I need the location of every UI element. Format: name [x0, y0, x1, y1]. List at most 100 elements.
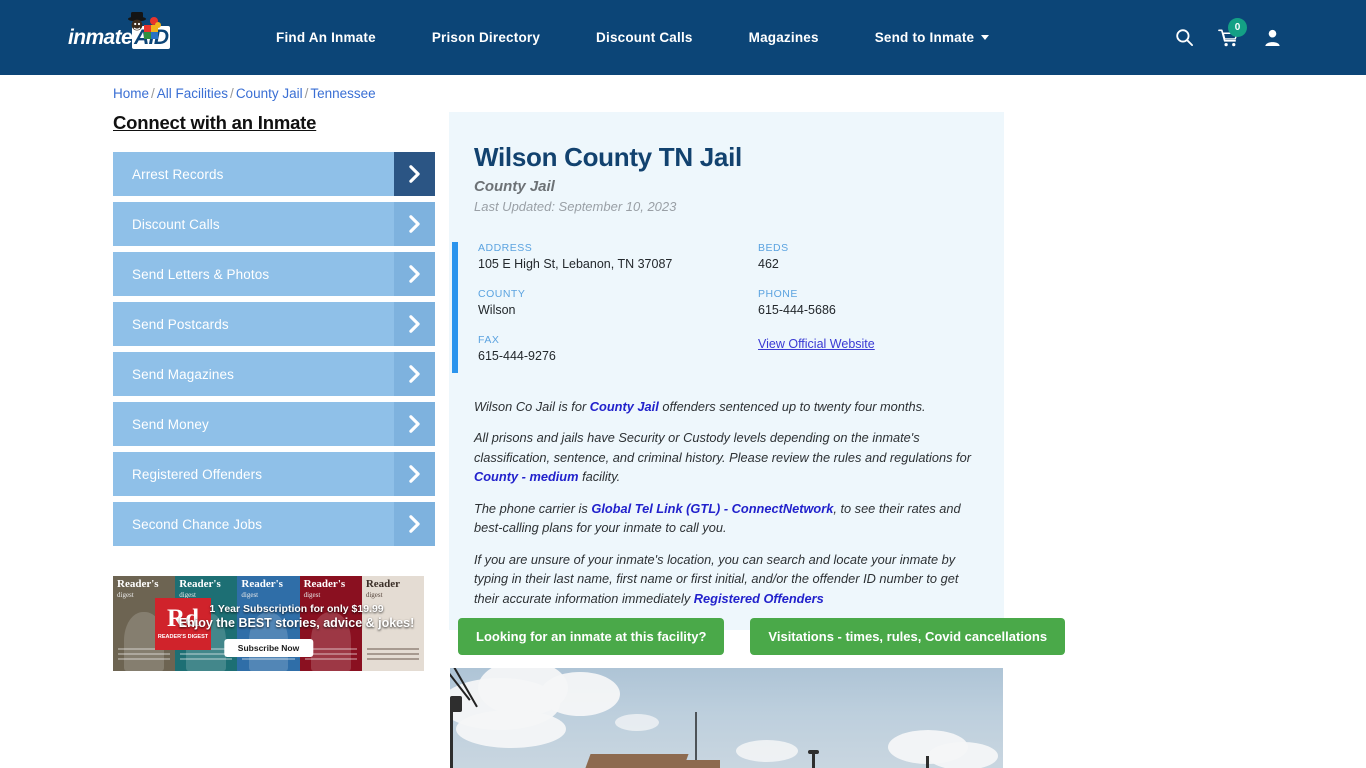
description-paragraph-3: The phone carrier is Global Tel Link (GT…: [474, 499, 979, 538]
desc-text: Wilson Co Jail is for: [474, 399, 590, 414]
breadcrumb-item-all-facilities[interactable]: All Facilities: [157, 86, 228, 101]
cart-count-badge: 0: [1228, 17, 1247, 37]
ad-cover-lines: [366, 648, 420, 663]
sidebar-item-label: Arrest Records: [132, 166, 224, 182]
sidebar-item-label: Send Postcards: [132, 316, 229, 332]
ad-cover-sub: digest: [303, 591, 321, 599]
ad-cover-lines: [118, 648, 171, 663]
chevron-right-icon: [394, 152, 435, 196]
info-value: 615-444-9276: [478, 349, 556, 363]
ad-subscribe-button[interactable]: Subscribe Now: [223, 639, 314, 657]
ad-cover-sub: digest: [241, 591, 259, 599]
facility-info-grid: ADDRESS 105 E High St, Lebanon, TN 37087…: [449, 242, 1004, 363]
page-title: Wilson County TN Jail: [474, 142, 742, 172]
chevron-right-icon: [394, 252, 435, 296]
mascot-icon: [128, 11, 161, 39]
cta-button-row: Looking for an inmate at this facility? …: [458, 618, 1066, 655]
sidebar-heading: Connect with an Inmate: [113, 112, 317, 133]
info-label: PHONE: [758, 288, 798, 300]
link-phone-carrier[interactable]: Global Tel Link (GTL) - ConnectNetwork: [591, 501, 833, 516]
facility-last-updated: Last Updated: September 10, 2023: [474, 199, 677, 214]
ad-cover-brand: Reader's: [117, 578, 159, 590]
facility-header: Wilson County TN Jail County Jail Last U…: [449, 132, 1004, 214]
ad-copy: 1 Year Subscription for only $19.99 Enjo…: [175, 603, 418, 630]
cart-icon[interactable]: 0: [1206, 17, 1250, 58]
breadcrumb-item-home[interactable]: Home: [113, 86, 149, 101]
sidebar-item-label: Send Money: [132, 416, 209, 432]
nav-dropdown-send-to-inmate[interactable]: Send to Inmate: [847, 30, 1018, 45]
info-field-phone: PHONE 615-444-5686: [758, 288, 1004, 317]
info-value: View Official Website: [758, 337, 1004, 351]
facility-photo: [450, 668, 1003, 768]
desc-text: All prisons and jails have Security or C…: [474, 430, 971, 465]
facility-detail-card: Wilson County TN Jail County Jail Last U…: [449, 112, 1004, 630]
info-field-county: COUNTY Wilson: [478, 288, 758, 317]
info-accent-bar: [452, 242, 458, 373]
chevron-right-icon: [394, 502, 435, 546]
info-field-beds: BEDS 462: [758, 242, 1004, 271]
visitations-button[interactable]: Visitations - times, rules, Covid cancel…: [750, 618, 1066, 655]
breadcrumb: Home / All Facilities / County Jail / Tennesse…: [113, 86, 376, 101]
info-label: FAX: [478, 334, 500, 346]
ad-logo-wordmark: READER'S DIGEST: [157, 633, 209, 640]
sidebar-item-arrest-records[interactable]: Arrest Records: [113, 152, 435, 196]
breadcrumb-item-tennessee[interactable]: Tennessee: [310, 86, 375, 101]
info-value: Wilson: [478, 303, 516, 317]
nav-link-prison-directory[interactable]: Prison Directory: [404, 30, 568, 45]
nav-links: Find An Inmate Prison Directory Discount…: [248, 30, 1162, 45]
sidebar-item-send-money[interactable]: Send Money: [113, 402, 435, 446]
ad-cover-brand: Reader's: [241, 578, 283, 590]
site-logo[interactable]: inmateAID: [68, 11, 188, 58]
facility-type: County Jail: [474, 178, 555, 195]
sidebar-item-label: Second Chance Jobs: [132, 516, 263, 532]
nav-link-find-an-inmate[interactable]: Find An Inmate: [248, 30, 404, 45]
view-official-website-link[interactable]: View Official Website: [758, 337, 875, 351]
advertisement-banner[interactable]: Reader's digest Reader's digest Reader's…: [113, 576, 424, 671]
ad-subheadline: Enjoy the BEST stories, advice & jokes!: [178, 616, 415, 630]
info-field-address: ADDRESS 105 E High St, Lebanon, TN 37087: [478, 242, 758, 271]
chevron-right-icon: [394, 452, 435, 496]
ad-cover-brand: Reader's: [179, 578, 221, 590]
chevron-right-icon: [394, 402, 435, 446]
top-navigation-bar: inmateAID Find An Inmate Prison Director…: [0, 0, 1366, 75]
facility-description: Wilson Co Jail is for County Jail offend…: [449, 363, 1004, 630]
info-field-fax: FAX 615-444-9276: [478, 334, 758, 363]
breadcrumb-separator: /: [151, 86, 155, 101]
sidebar-item-label: Send Letters & Photos: [132, 266, 270, 282]
description-paragraph-4: If you are unsure of your inmate's locat…: [474, 550, 979, 608]
breadcrumb-separator: /: [230, 86, 234, 101]
sidebar-item-label: Registered Offenders: [132, 466, 263, 482]
nav-link-discount-calls[interactable]: Discount Calls: [568, 30, 721, 45]
desc-text: facility.: [578, 469, 621, 485]
info-label: ADDRESS: [478, 242, 533, 254]
find-inmate-button[interactable]: Looking for an inmate at this facility?: [458, 618, 725, 655]
nav-icon-group: 0: [1162, 17, 1366, 58]
desc-text: offenders sentenced up to twenty four mo…: [658, 399, 926, 414]
sidebar-item-label: Discount Calls: [132, 216, 220, 232]
info-field-official-website: View Official Website: [758, 334, 1004, 363]
description-paragraph-1: Wilson Co Jail is for County Jail offend…: [474, 397, 979, 416]
sidebar-item-send-magazines[interactable]: Send Magazines: [113, 352, 435, 396]
link-county-jail[interactable]: County Jail: [590, 399, 659, 414]
sidebar-item-send-postcards[interactable]: Send Postcards: [113, 302, 435, 346]
sidebar-item-second-chance-jobs[interactable]: Second Chance Jobs: [113, 502, 435, 546]
breadcrumb-item-county-jail[interactable]: County Jail: [236, 86, 303, 101]
info-value: 105 E High St, Lebanon, TN 37087: [478, 257, 673, 271]
sidebar-item-registered-offenders[interactable]: Registered Offenders: [113, 452, 435, 496]
nav-link-magazines[interactable]: Magazines: [721, 30, 847, 45]
ad-headline: 1 Year Subscription for only $19.99: [209, 603, 384, 615]
desc-text: The phone carrier is: [474, 500, 592, 516]
info-value: 462: [758, 257, 779, 271]
sidebar-item-send-letters-photos[interactable]: Send Letters & Photos: [113, 252, 435, 296]
info-value: 615-444-5686: [758, 303, 836, 317]
description-paragraph-2: All prisons and jails have Security or C…: [474, 428, 979, 486]
facility-info-panel: ADDRESS 105 E High St, Lebanon, TN 37087…: [449, 242, 1004, 373]
ad-cover-sub: digest: [117, 591, 134, 599]
link-registered-offenders[interactable]: Registered Offenders: [694, 591, 824, 606]
sidebar-item-discount-calls[interactable]: Discount Calls: [113, 202, 435, 246]
user-account-icon[interactable]: [1250, 18, 1294, 58]
ad-cover-sub: digest: [365, 591, 383, 599]
ad-cover-brand: Reader: [365, 578, 401, 590]
link-county-medium[interactable]: County - medium: [474, 469, 579, 484]
search-icon[interactable]: [1162, 18, 1206, 58]
